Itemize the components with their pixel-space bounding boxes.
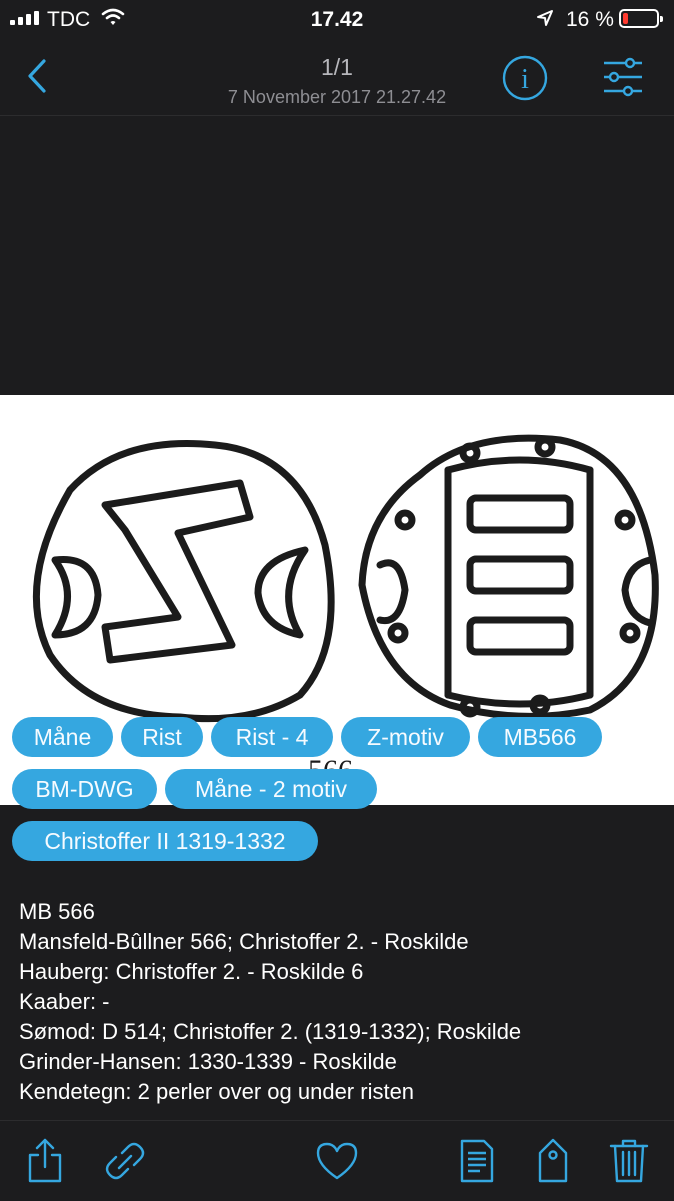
battery-icon (619, 9, 663, 28)
location-arrow-icon (537, 10, 553, 26)
navigation-bar: 1/1 7 November 2017 21.27.42 i (0, 40, 674, 116)
battery-fill (623, 13, 628, 24)
crescent-moon-left (51, 555, 102, 639)
tag-chip[interactable]: Z-motiv (341, 717, 470, 757)
bottom-toolbar (0, 1120, 674, 1201)
status-bar: TDC 17.42 16 % (0, 0, 674, 40)
svg-text:i: i (521, 64, 529, 95)
battery-percent: 16 % (566, 8, 614, 31)
heart-icon[interactable] (314, 1137, 360, 1185)
tag-chip[interactable]: MB566 (478, 717, 602, 757)
detail-line: Mansfeld-Bûllner 566; Christoffer 2. - R… (19, 929, 469, 954)
tag-icon[interactable] (530, 1137, 576, 1185)
document-icon[interactable] (454, 1137, 500, 1185)
link-icon[interactable] (102, 1137, 148, 1185)
detail-line: Hauberg: Christoffer 2. - Roskilde 6 (19, 959, 364, 984)
info-icon[interactable]: i (501, 54, 549, 102)
filter-sliders-icon[interactable] (600, 57, 646, 97)
detail-line: Sømod: D 514; Christoffer 2. (1319-1332)… (19, 1019, 522, 1044)
photo-timestamp: 7 November 2017 21.27.42 (227, 87, 447, 107)
detail-line: MB 566 (19, 899, 95, 924)
tag-chip[interactable]: BM-DWG (12, 769, 157, 809)
coin-details: MB 566 Mansfeld-Bûllner 566; Christoffer… (19, 897, 659, 1107)
tag-chip[interactable]: Christoffer II 1319-1332 (12, 821, 318, 861)
trash-icon[interactable] (606, 1137, 652, 1185)
detail-line: Kaaber: - (19, 989, 110, 1014)
tag-chip[interactable]: Måne - 2 motiv (165, 769, 377, 809)
reverse-coin-outline (358, 434, 659, 720)
tag-chip[interactable]: Måne (12, 717, 113, 757)
crescent-moon-right (254, 546, 309, 639)
tag-chip[interactable]: Rist - 4 (211, 717, 333, 757)
tag-chip[interactable]: Rist (121, 717, 203, 757)
photo-counter: 1/1 (321, 54, 353, 80)
detail-line: Grinder-Hansen: 1330-1339 - Roskilde (19, 1049, 397, 1074)
detail-line: Kendetegn: 2 perler over og under risten (19, 1079, 415, 1104)
z-motif (101, 479, 254, 664)
share-icon[interactable] (22, 1137, 68, 1185)
